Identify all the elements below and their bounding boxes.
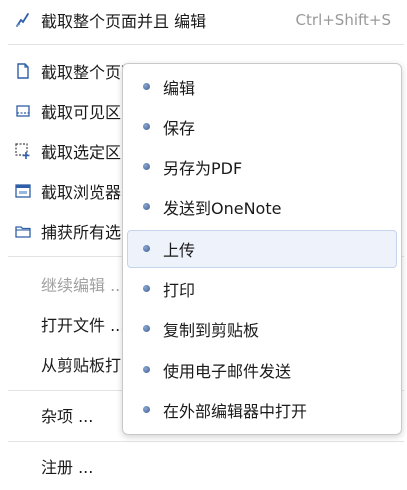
visible-area-icon	[14, 102, 32, 120]
submenu-item-label: 复制到剪贴板	[163, 321, 260, 340]
submenu-item-open-external[interactable]: 在外部编辑器中打开	[127, 391, 397, 429]
submenu-item-label: 上传	[163, 241, 196, 260]
menu-item-label: 截取可见区	[41, 103, 122, 122]
bullet-icon	[143, 325, 150, 332]
menu-separator	[8, 441, 404, 442]
bullet-icon	[143, 406, 150, 413]
folder-icon	[14, 222, 32, 240]
submenu-item-save[interactable]: 保存	[127, 108, 397, 146]
bullet-icon	[143, 123, 150, 130]
menu-item-register[interactable]: 注册 ...	[0, 446, 407, 486]
submenu-item-send-onenote[interactable]: 发送到OneNote	[127, 188, 397, 226]
submenu-item-save-pdf[interactable]: 另存为PDF	[127, 148, 397, 186]
bullet-icon	[143, 366, 150, 373]
menu-item-label: 从剪贴板打	[41, 356, 122, 375]
submenu-item-label: 保存	[163, 119, 196, 138]
browser-window-icon	[14, 182, 32, 200]
menu-item-label: 杂项 ...	[41, 407, 94, 426]
submenu-item-send-email[interactable]: 使用电子邮件发送	[127, 351, 397, 389]
submenu-item-label: 打印	[163, 281, 196, 300]
bullet-icon	[143, 163, 150, 170]
menu-item-label: 注册 ...	[41, 458, 94, 477]
menu-item-label: 继续编辑 ...	[41, 276, 126, 295]
submenu-item-label: 另存为PDF	[163, 159, 243, 178]
selection-icon	[14, 142, 32, 160]
submenu-item-copy-clipboard[interactable]: 复制到剪贴板	[127, 310, 397, 348]
menu-item-label: 捕获所有选	[41, 223, 122, 242]
submenu-item-label: 发送到OneNote	[163, 199, 282, 218]
bullet-icon	[143, 245, 150, 252]
submenu-item-upload[interactable]: 上传	[127, 230, 397, 268]
bullet-icon	[143, 285, 150, 292]
submenu-capture-actions: 编辑 保存 另存为PDF 发送到OneNote 上传 打印 复制到剪贴板 使用电…	[122, 63, 402, 435]
submenu-item-edit[interactable]: 编辑	[127, 68, 397, 106]
menu-item-label: 截取选定区	[41, 143, 122, 162]
menu-item-shortcut: Ctrl+Shift+S	[295, 11, 391, 29]
menu-separator	[8, 44, 404, 45]
submenu-item-print[interactable]: 打印	[127, 270, 397, 308]
menu-item-capture-full-edit[interactable]: 截取整个页面并且 编辑 Ctrl+Shift+S	[0, 0, 407, 40]
submenu-item-label: 编辑	[163, 79, 196, 98]
bullet-icon	[143, 203, 150, 210]
submenu-item-label: 在外部编辑器中打开	[163, 402, 308, 421]
menu-item-label: 截取整个页面并且 编辑	[41, 12, 207, 31]
menu-item-label: 截取浏览器	[41, 183, 122, 202]
pencil-icon	[14, 11, 32, 29]
submenu-item-label: 使用电子邮件发送	[163, 362, 292, 381]
bullet-icon	[143, 83, 150, 90]
menu-item-label: 打开文件 ...	[41, 316, 126, 335]
page-icon	[14, 62, 32, 80]
